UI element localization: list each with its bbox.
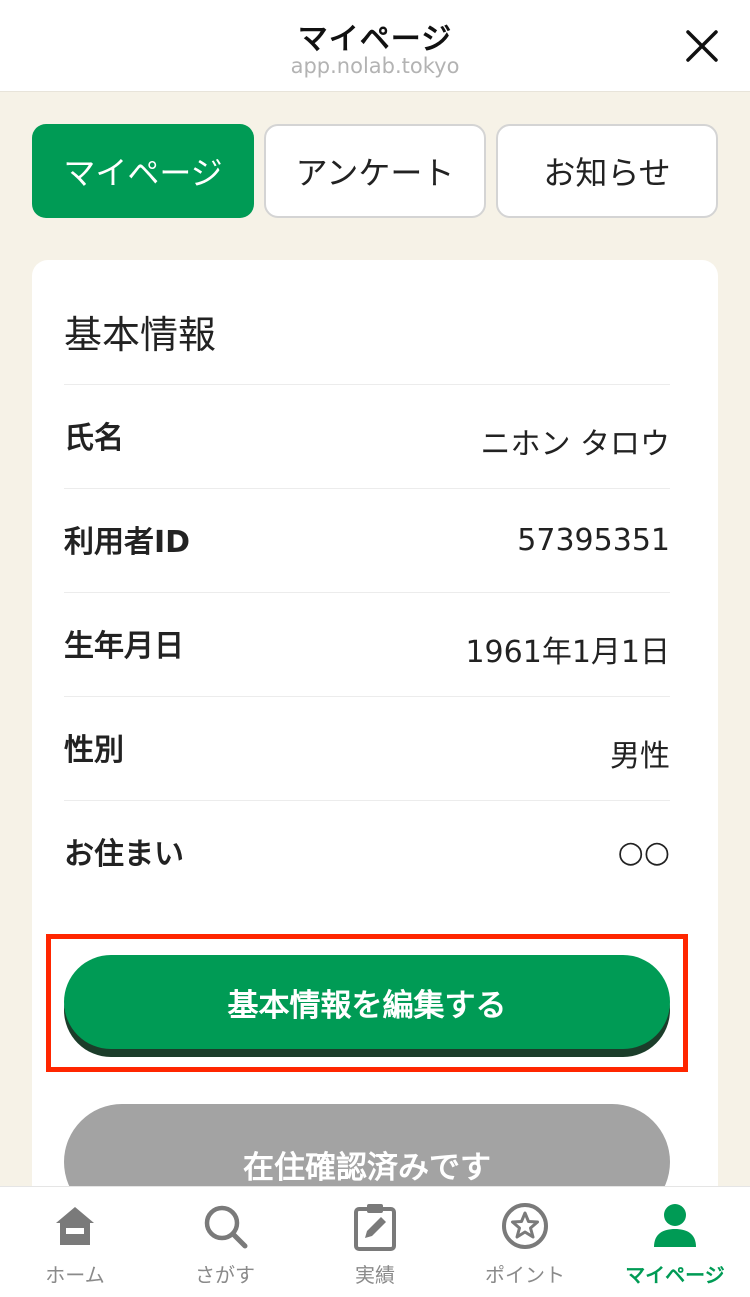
nav-label: マイページ xyxy=(625,1263,725,1287)
nav-label: ポイント xyxy=(485,1263,565,1287)
info-value: 1961年1月1日 xyxy=(465,635,670,670)
info-row-residence: お住まい ○○ xyxy=(64,800,670,904)
info-row-user-id: 利用者ID 57395351 xyxy=(64,488,670,592)
edit-basic-info-button[interactable]: 基本情報を編集する xyxy=(64,955,670,1049)
info-row-birthdate: 生年月日 1961年1月1日 xyxy=(64,592,670,696)
nav-label: 実績 xyxy=(355,1263,395,1287)
person-icon xyxy=(650,1201,700,1251)
page-url: app.nolab.tokyo xyxy=(290,54,460,78)
star-badge-icon xyxy=(500,1201,550,1251)
info-label: 利用者ID xyxy=(64,525,191,560)
tab-mypage[interactable]: マイページ xyxy=(32,124,254,218)
basic-info-card: 基本情報 氏名 ニホン タロウ 利用者ID 57395351 生年月日 1961… xyxy=(32,260,718,1260)
info-value: 男性 xyxy=(610,739,670,774)
nav-label: ホーム xyxy=(45,1263,105,1287)
section-heading: 基本情報 xyxy=(64,313,217,357)
tab-notices[interactable]: お知らせ xyxy=(496,124,718,218)
tab-bar: マイページ アンケート お知らせ xyxy=(32,124,718,218)
close-icon[interactable] xyxy=(682,26,722,66)
info-label: 性別 xyxy=(64,733,124,768)
info-value: ニホン タロウ xyxy=(480,427,670,462)
nav-achievements[interactable]: 実績 xyxy=(300,1187,450,1297)
info-value: ○○ xyxy=(617,835,670,870)
info-label: お住まい xyxy=(64,837,184,872)
top-bar: マイページ app.nolab.tokyo xyxy=(0,0,750,92)
bottom-nav: ホーム さがす 実績 ポイント マイページ xyxy=(0,1186,750,1297)
nav-points[interactable]: ポイント xyxy=(450,1187,600,1297)
home-icon xyxy=(50,1201,100,1251)
info-row-name: 氏名 ニホン タロウ xyxy=(64,384,670,488)
nav-mypage[interactable]: マイページ xyxy=(600,1187,750,1297)
tab-survey[interactable]: アンケート xyxy=(264,124,486,218)
nav-home[interactable]: ホーム xyxy=(0,1187,150,1297)
search-icon xyxy=(200,1201,250,1251)
info-label: 氏名 xyxy=(64,421,124,456)
clipboard-edit-icon xyxy=(350,1201,400,1251)
highlight-box: 基本情報を編集する xyxy=(46,934,688,1072)
page-title: マイページ xyxy=(297,22,453,57)
info-label: 生年月日 xyxy=(64,629,184,664)
info-value: 57395351 xyxy=(517,523,670,558)
nav-search[interactable]: さがす xyxy=(150,1187,300,1297)
nav-label: さがす xyxy=(195,1263,255,1287)
info-row-gender: 性別 男性 xyxy=(64,696,670,800)
